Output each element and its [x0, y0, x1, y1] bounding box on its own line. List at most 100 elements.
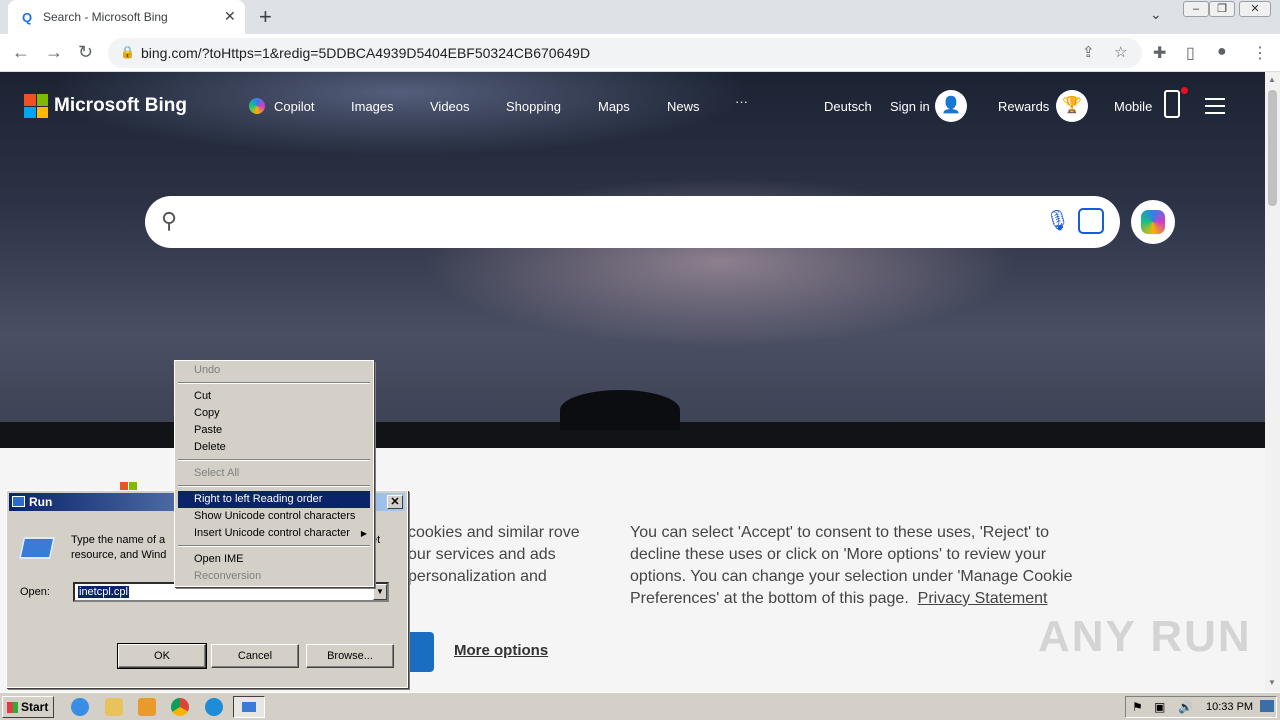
menu-separator [178, 382, 370, 384]
search-icon: ⚲ [161, 208, 178, 233]
reload-icon[interactable]: ↻ [78, 42, 93, 63]
run-desc-line1: Type the name of a [71, 534, 166, 546]
restore-icon[interactable]: ❐ [1209, 1, 1235, 17]
bing-search-icon: Q [22, 10, 33, 25]
logo-text: Microsoft Bing [54, 95, 187, 116]
tree-silhouette [560, 390, 680, 430]
sign-in-link[interactable]: Sign in [890, 99, 930, 114]
edge-icon[interactable] [205, 698, 223, 716]
network-icon[interactable]: ▣ [1154, 700, 1165, 714]
address-bar[interactable]: 🔒 bing.com/?toHttps=1&redig=5DDBCA4939D5… [108, 38, 1142, 68]
system-tray: ⚑ ▣ 🔊 [1125, 696, 1277, 718]
close-window-icon[interactable]: ✕ [1239, 1, 1271, 17]
menu-item-insert-unicode[interactable]: Insert Unicode control character [178, 525, 370, 542]
rewards-link[interactable]: Rewards [998, 99, 1049, 114]
run-taskbar-button[interactable] [233, 696, 265, 718]
notification-dot [1181, 87, 1188, 94]
url-text: bing.com/?toHttps=1&redig=5DDBCA4939D540… [141, 45, 591, 61]
microsoft-logo-icon [24, 94, 48, 118]
menu-item-delete[interactable]: Delete [178, 439, 370, 456]
share-icon[interactable]: ⇪ [1082, 43, 1095, 61]
cancel-button[interactable]: Cancel [211, 644, 299, 668]
microsoft-mini-logo-icon [120, 482, 138, 490]
clock[interactable]: 10:33 PM [1206, 701, 1253, 713]
menu-item-copy[interactable]: Copy [178, 405, 370, 422]
menu-separator [178, 459, 370, 461]
nav-videos[interactable]: Videos [430, 99, 470, 114]
submenu-arrow-icon: ▶ [360, 529, 367, 538]
start-label: Start [21, 700, 49, 714]
nav-more[interactable]: ··· [735, 94, 748, 109]
more-options-link[interactable]: More options [454, 642, 548, 659]
nav-copilot[interactable]: Copilot [274, 99, 314, 114]
ok-button[interactable]: OK [117, 643, 207, 669]
chrome-icon[interactable] [171, 698, 189, 716]
nav-images[interactable]: Images [351, 99, 394, 114]
scroll-up-icon[interactable]: ▲ [1268, 75, 1276, 84]
menu-item-paste[interactable]: Paste [178, 422, 370, 439]
menu-separator [178, 485, 370, 487]
windows-logo-icon [7, 702, 18, 713]
avatar-icon[interactable]: 👤 [935, 90, 967, 122]
run-close-icon[interactable]: ✕ [387, 495, 403, 509]
show-desktop-icon[interactable] [1260, 700, 1274, 712]
minimize-icon[interactable]: – [1183, 1, 1209, 17]
chevron-down-icon[interactable]: ⌄ [1150, 6, 1162, 23]
rewards-trophy-icon[interactable]: 🏆 [1056, 90, 1088, 122]
extensions-icon[interactable]: ✚ [1153, 43, 1166, 63]
start-button[interactable]: Start [2, 696, 54, 718]
menu-item-undo: Undo [194, 364, 221, 376]
bookmark-star-icon[interactable]: ☆ [1114, 43, 1127, 61]
menu-item-reconversion: Reconversion [194, 570, 262, 582]
dropdown-arrow-icon[interactable]: ▼ [373, 584, 387, 600]
bing-logo[interactable]: Microsoft Bing [24, 94, 187, 118]
menu-separator [178, 545, 370, 547]
close-tab-icon[interactable]: ✕ [224, 8, 236, 25]
copilot-logo-icon [1141, 210, 1165, 234]
back-icon[interactable]: ← [12, 42, 30, 63]
nav-maps[interactable]: Maps [598, 99, 630, 114]
taskbar: Start ⚑ ▣ 🔊 10:33 PM [0, 692, 1280, 720]
nav-news[interactable]: News [667, 99, 700, 114]
scroll-down-icon[interactable]: ▼ [1268, 678, 1276, 687]
privacy-statement-link[interactable]: Privacy Statement [918, 590, 1048, 607]
run-program-icon [18, 537, 56, 559]
menu-dots-icon[interactable]: ⋮ [1252, 43, 1268, 63]
internet-explorer-icon[interactable] [71, 698, 89, 716]
file-explorer-icon[interactable] [105, 698, 123, 716]
browse-button[interactable]: Browse... [306, 644, 394, 668]
side-panel-icon[interactable]: ▯ [1186, 43, 1195, 63]
hamburger-menu-icon[interactable] [1205, 98, 1225, 114]
menu-item-open-ime[interactable]: Open IME [178, 551, 370, 568]
scrollbar-thumb[interactable] [1268, 90, 1277, 206]
page-scrollbar[interactable]: ▲ ▼ [1265, 72, 1280, 692]
lock-icon[interactable]: 🔒 [120, 45, 135, 59]
new-tab-icon[interactable]: + [259, 4, 272, 30]
nav-shopping[interactable]: Shopping [506, 99, 561, 114]
microphone-icon[interactable]: 🎙 [1045, 208, 1070, 233]
mobile-link[interactable]: Mobile [1114, 99, 1152, 114]
volume-icon[interactable]: 🔊 [1178, 700, 1193, 714]
browser-tab[interactable]: Q Search - Microsoft Bing ✕ [8, 0, 245, 34]
anyrun-watermark: ANY RUN [1038, 612, 1252, 661]
copilot-icon [249, 98, 265, 114]
forward-icon[interactable]: → [45, 42, 63, 63]
cookie-text-right: You can select 'Accept' to consent to th… [630, 522, 1080, 610]
cookie-text-left: cookies and similar rove our services an… [408, 524, 580, 585]
language-link[interactable]: Deutsch [824, 99, 872, 114]
run-title: Run [29, 495, 53, 509]
run-window-icon [12, 496, 25, 507]
menu-item-cut[interactable]: Cut [178, 388, 370, 405]
media-player-icon[interactable] [138, 698, 156, 716]
search-input[interactable]: ⚲ 🎙 [145, 196, 1120, 248]
mobile-phone-icon[interactable] [1164, 90, 1180, 118]
flag-icon[interactable]: ⚑ [1132, 700, 1143, 714]
visual-search-icon[interactable] [1078, 208, 1104, 234]
run-task-icon [242, 702, 256, 712]
open-input-value[interactable]: inetcpl.cpl [78, 586, 129, 598]
tab-strip: Q Search - Microsoft Bing ✕ + ⌄ – ❐ ✕ [0, 0, 1280, 34]
menu-item-show-unicode[interactable]: Show Unicode control characters [178, 508, 370, 525]
profile-icon[interactable]: ● [1217, 43, 1227, 61]
menu-item-rtl-reading-order[interactable]: Right to left Reading order [178, 491, 370, 508]
copilot-button[interactable] [1131, 200, 1175, 244]
